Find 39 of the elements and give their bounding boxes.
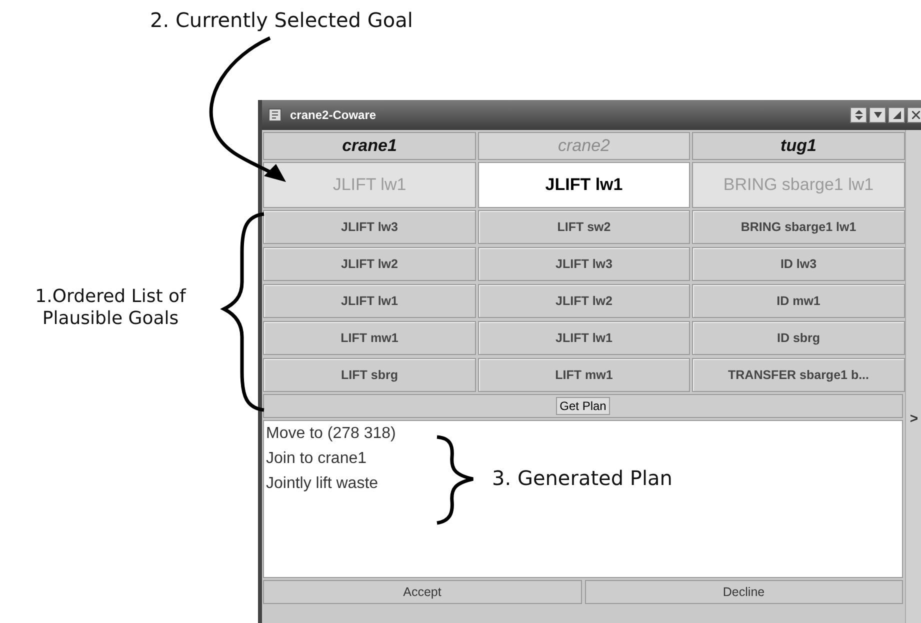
- annotation-label: 2. Currently Selected Goal: [150, 8, 413, 32]
- maximize-button[interactable]: [888, 107, 905, 123]
- get-plan-button[interactable]: Get Plan: [556, 397, 610, 415]
- down-triangle-icon: [874, 112, 882, 118]
- annotation-label: 1.Ordered List of Plausible Goals: [34, 286, 188, 330]
- goal-button[interactable]: ID lw3: [692, 247, 905, 281]
- close-button[interactable]: [907, 107, 921, 123]
- agent-header: crane2: [478, 132, 690, 160]
- window-menu-button[interactable]: [850, 107, 867, 123]
- current-goal[interactable]: JLIFT lw1: [478, 162, 690, 208]
- minimize-button[interactable]: [869, 107, 886, 123]
- goal-button[interactable]: LIFT sw2: [478, 210, 690, 244]
- goal-button[interactable]: LIFT mw1: [263, 321, 476, 355]
- goal-button[interactable]: JLIFT lw2: [263, 247, 476, 281]
- app-icon: [268, 108, 282, 122]
- up-down-arrows-icon: [854, 110, 862, 120]
- plan-step: Jointly lift waste: [266, 475, 378, 493]
- goal-button[interactable]: LIFT mw1: [478, 358, 690, 392]
- goal-button[interactable]: JLIFT lw2: [478, 284, 690, 318]
- annotation-label: 3. Generated Plan: [492, 466, 672, 490]
- goal-button[interactable]: JLIFT lw1: [263, 284, 476, 318]
- maximize-icon: [892, 111, 900, 119]
- goal-button[interactable]: TRANSFER sbarge1 b...: [692, 358, 905, 392]
- window-title: crane2-Coware: [290, 108, 376, 122]
- goal-button[interactable]: LIFT sbrg: [263, 358, 476, 392]
- goal-button[interactable]: ID sbrg: [692, 321, 905, 355]
- agent-header: tug1: [692, 132, 905, 160]
- goal-button[interactable]: JLIFT lw3: [263, 210, 476, 244]
- goal-button[interactable]: JLIFT lw3: [478, 247, 690, 281]
- plan-step: Join to crane1: [266, 450, 367, 468]
- agent-header: crane1: [263, 132, 476, 160]
- plan-step: Move to (278 318): [266, 425, 396, 443]
- decline-button[interactable]: Decline: [584, 580, 903, 604]
- accept-button[interactable]: Accept: [263, 580, 582, 604]
- goal-button[interactable]: BRING sbarge1 lw1: [692, 210, 905, 244]
- close-icon: [912, 111, 920, 119]
- goal-button[interactable]: ID mw1: [692, 284, 905, 318]
- expand-arrow[interactable]: >: [910, 410, 918, 426]
- goal-button[interactable]: JLIFT lw1: [478, 321, 690, 355]
